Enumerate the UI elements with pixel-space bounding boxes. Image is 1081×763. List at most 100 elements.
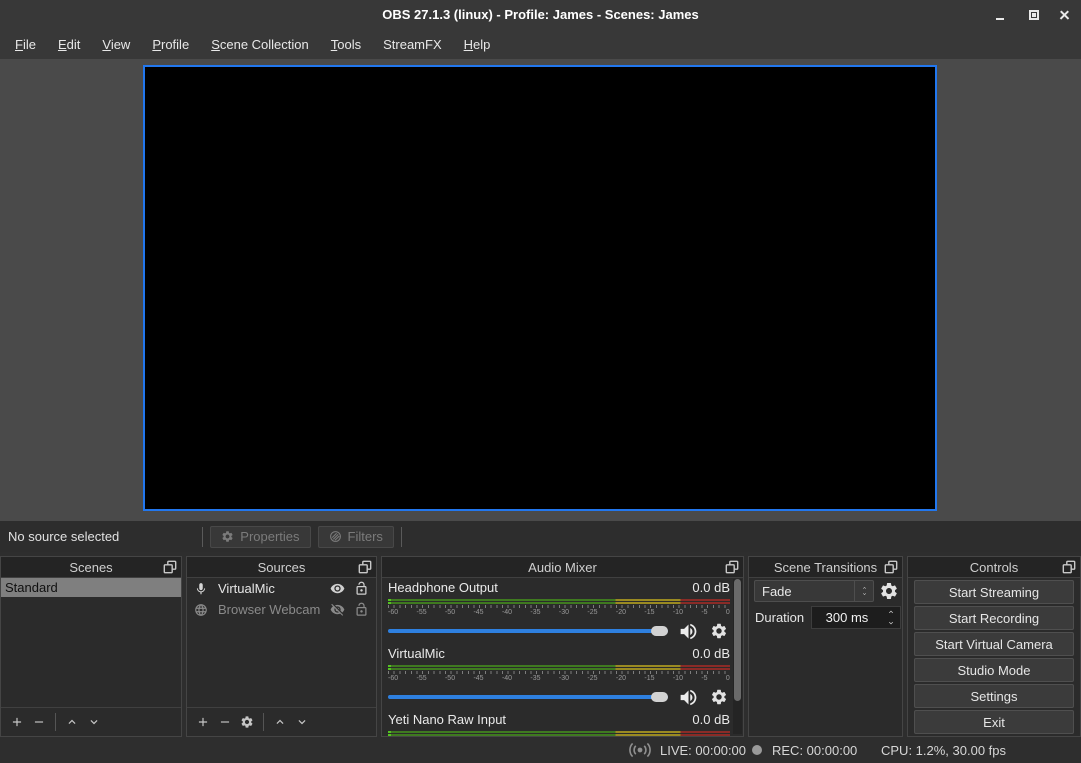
duration-decrease-button[interactable] — [882, 618, 900, 629]
popout-icon[interactable] — [163, 560, 177, 574]
properties-button[interactable]: Properties — [210, 526, 310, 548]
controls-title: Controls — [970, 560, 1018, 575]
popout-icon[interactable] — [884, 560, 898, 574]
menu-edit[interactable]: Edit — [47, 33, 91, 56]
menu-help[interactable]: Help — [453, 33, 502, 56]
transition-selected-value: Fade — [762, 584, 792, 599]
globe-icon — [194, 603, 208, 617]
menu-scene-collection[interactable]: Scene Collection — [200, 33, 320, 56]
close-icon — [1059, 10, 1070, 21]
minimize-icon — [996, 18, 1004, 20]
scene-item-standard[interactable]: Standard — [1, 578, 181, 597]
source-properties-button[interactable] — [236, 711, 258, 733]
maximize-icon — [1029, 10, 1039, 20]
exit-button[interactable]: Exit — [914, 710, 1074, 734]
popout-icon[interactable] — [358, 560, 372, 574]
chevron-down-icon — [295, 715, 309, 729]
menu-view[interactable]: View — [91, 33, 141, 56]
mixer-scrollbar[interactable] — [733, 579, 742, 734]
volume-slider[interactable] — [388, 622, 668, 640]
add-source-button[interactable] — [192, 711, 214, 733]
mixer-level-db: 0.0 dB — [692, 712, 730, 728]
rec-time: REC: 00:00:00 — [772, 737, 857, 763]
meter-scale-label: -15 — [644, 608, 654, 617]
scenes-header: Scenes — [1, 557, 181, 578]
meter-scale-label: -20 — [616, 674, 626, 683]
mixer-source-name: Headphone Output — [388, 580, 498, 596]
settings-button[interactable]: Settings — [914, 684, 1074, 708]
popout-icon[interactable] — [725, 560, 739, 574]
start-streaming-button[interactable]: Start Streaming — [914, 580, 1074, 604]
meter-scale-label: -25 — [587, 674, 597, 683]
start-virtual-camera-button[interactable]: Start Virtual Camera — [914, 632, 1074, 656]
chevron-down-icon — [885, 619, 897, 627]
source-down-button[interactable] — [291, 711, 313, 733]
scenes-panel: Scenes Standard — [0, 556, 182, 737]
meter-scale-label: -35 — [530, 608, 540, 617]
audio-mixer-panel: Audio Mixer Headphone Output 0.0 dB -60-… — [381, 556, 744, 737]
menu-streamfx[interactable]: StreamFX — [372, 33, 453, 56]
meter-scale-label: -30 — [559, 608, 569, 617]
meter-scale-label: -10 — [673, 674, 683, 683]
controls-panel: Controls Start Streaming Start Recording… — [907, 556, 1081, 737]
volume-slider-handle[interactable] — [651, 692, 668, 702]
transition-select-spinner[interactable] — [854, 581, 873, 601]
add-scene-button[interactable] — [6, 711, 28, 733]
scene-up-button[interactable] — [61, 711, 83, 733]
source-name: Browser Webcam — [218, 602, 320, 617]
meter-scale-label: -45 — [473, 674, 483, 683]
popout-icon[interactable] — [1062, 560, 1076, 574]
menu-tools[interactable]: Tools — [320, 33, 372, 56]
meter-scale-label: -25 — [587, 608, 597, 617]
close-button[interactable] — [1051, 0, 1077, 30]
meter-scale-label: -50 — [445, 674, 455, 683]
source-up-button[interactable] — [269, 711, 291, 733]
filters-button[interactable]: Filters — [318, 526, 394, 548]
scene-transitions-header: Scene Transitions — [749, 557, 902, 578]
source-row-browser-webcam[interactable]: Browser Webcam — [187, 599, 376, 620]
lock-open-icon[interactable] — [354, 581, 369, 596]
volume-slider-handle[interactable] — [651, 626, 668, 636]
toolbar-separator — [263, 713, 264, 731]
start-recording-button[interactable]: Start Recording — [914, 606, 1074, 630]
meter-scale-label: -45 — [473, 608, 483, 617]
menu-file[interactable]: File — [4, 33, 47, 56]
remove-source-button[interactable] — [214, 711, 236, 733]
gear-icon[interactable] — [710, 688, 728, 706]
live-time: LIVE: 00:00:00 — [660, 737, 746, 763]
lock-open-icon[interactable] — [354, 602, 369, 617]
source-row-virtualmic[interactable]: VirtualMic — [187, 578, 376, 599]
volume-slider-track — [388, 629, 668, 633]
eye-icon[interactable] — [330, 581, 345, 596]
meter-scale-label: -40 — [502, 608, 512, 617]
meter-scale-label: 0 — [726, 608, 730, 617]
studio-mode-button[interactable]: Studio Mode — [914, 658, 1074, 682]
meter-scale-label: -60 — [388, 674, 398, 683]
gear-icon[interactable] — [710, 622, 728, 640]
plus-icon — [10, 715, 24, 729]
chevron-up-icon — [885, 608, 897, 616]
meter-scale-label: -20 — [616, 608, 626, 617]
transition-select[interactable]: Fade — [754, 580, 874, 602]
maximize-button[interactable] — [1021, 0, 1047, 30]
speaker-icon[interactable] — [678, 687, 699, 708]
meter-scale-label: 0 — [726, 674, 730, 683]
volume-meter — [388, 668, 730, 670]
properties-label: Properties — [240, 529, 299, 544]
preview-canvas[interactable] — [143, 65, 937, 511]
scene-down-button[interactable] — [83, 711, 105, 733]
menu-profile[interactable]: Profile — [141, 33, 200, 56]
minimize-button[interactable] — [987, 0, 1013, 30]
speaker-icon[interactable] — [678, 621, 699, 642]
volume-slider[interactable] — [388, 688, 668, 706]
mixer-scrollbar-thumb[interactable] — [734, 579, 741, 701]
mixer-level-db: 0.0 dB — [692, 580, 730, 596]
duration-increase-button[interactable] — [882, 607, 900, 618]
duration-spinbox[interactable]: 300 ms — [811, 606, 901, 629]
source-toolbar: No source selected Properties Filters — [0, 521, 1081, 552]
transition-gear-button[interactable] — [878, 580, 900, 602]
chevron-up-icon — [65, 715, 79, 729]
mixer-source-name: Yeti Nano Raw Input — [388, 712, 506, 728]
remove-scene-button[interactable] — [28, 711, 50, 733]
eye-off-icon[interactable] — [330, 602, 345, 617]
